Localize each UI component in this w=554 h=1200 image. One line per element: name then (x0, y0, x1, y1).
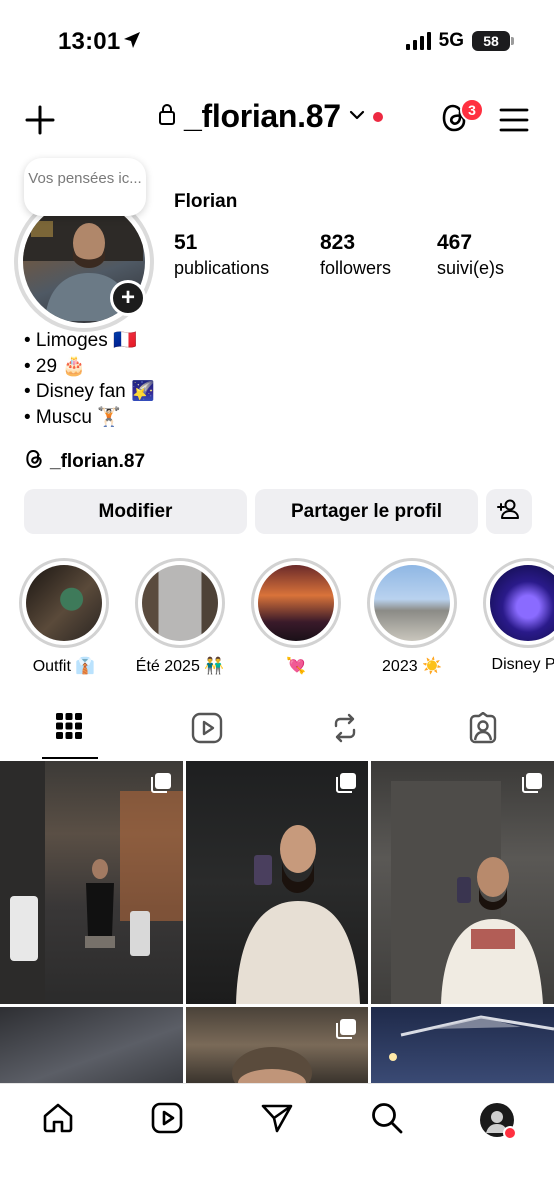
post-thumbnail[interactable] (371, 1007, 554, 1083)
nav-reels[interactable] (145, 1098, 189, 1142)
highlight-cover (142, 565, 218, 641)
highlight-label: Disney Pa (491, 656, 554, 673)
active-tab-indicator (42, 757, 98, 759)
carousel-icon (334, 771, 358, 800)
profile-stats: 51 publications 823 followers 467 suivi(… (174, 230, 537, 280)
lock-icon (158, 102, 176, 131)
tab-reels[interactable] (138, 705, 276, 761)
bottom-navigation (0, 1083, 554, 1200)
post-thumbnail[interactable] (371, 761, 554, 1004)
repost-icon (329, 712, 361, 749)
bio-line: • Muscu 🏋🏻 (24, 406, 121, 428)
nav-search[interactable] (365, 1098, 409, 1142)
highlight-label: 2023 ☀️ (382, 658, 442, 675)
profile-header: _florian.87 3 (0, 90, 554, 150)
post-thumbnail[interactable] (0, 1007, 183, 1083)
status-time: 13:01 (58, 28, 121, 55)
carousel-icon (520, 771, 544, 800)
highlight-label: Été 2025 👬 (135, 658, 225, 675)
nav-direct[interactable] (255, 1098, 299, 1142)
edit-profile-button[interactable]: Modifier (24, 489, 247, 534)
carousel-icon (149, 771, 173, 800)
nav-profile[interactable] (475, 1098, 519, 1142)
stat-posts-value: 51 (174, 231, 198, 254)
stat-posts-label: publications (174, 258, 270, 278)
profile-avatar-icon (480, 1103, 517, 1140)
account-switcher[interactable]: _florian.87 (158, 98, 383, 135)
stat-posts[interactable]: 51 publications (174, 230, 320, 280)
grid-icon (55, 712, 83, 745)
bio: • Limoges 🇫🇷 • 29 🎂 • Disney fan 🌠 • Mus… (24, 328, 155, 430)
highlight-item[interactable]: Outfit 👔 (6, 558, 122, 676)
menu-hamburger-icon[interactable] (496, 104, 532, 136)
highlight-cover (374, 565, 450, 641)
home-icon (41, 1101, 75, 1140)
bio-line: • Limoges 🇫🇷 (24, 330, 137, 351)
add-person-icon (497, 498, 521, 526)
threads-profile-link[interactable]: _florian.87 (24, 448, 145, 476)
highlight-label: 💘 (286, 658, 306, 675)
post-thumbnail[interactable] (186, 761, 368, 1004)
threads-icon (24, 448, 44, 476)
signal-icon (405, 32, 431, 50)
note-text: Vos pensées ic... (28, 170, 142, 187)
bio-line: • 29 🎂 (24, 355, 87, 377)
profile-tabs (0, 705, 554, 761)
post-thumbnail[interactable] (186, 1007, 368, 1083)
tab-reposts[interactable] (276, 705, 414, 761)
add-story-plus-icon[interactable]: + (110, 280, 146, 316)
battery-icon: 58 (472, 31, 514, 51)
highlight-item[interactable]: 💘 (238, 558, 354, 676)
network-label: 5G (438, 30, 464, 51)
stat-following-label: suivi(e)s (437, 258, 505, 278)
stat-following-value: 467 (437, 231, 473, 254)
discover-people-button[interactable] (486, 489, 532, 534)
tab-tagged[interactable] (414, 705, 552, 761)
bio-line: • Disney fan 🌠 (24, 381, 155, 402)
posts-grid (0, 761, 554, 1083)
highlight-cover (258, 565, 334, 641)
create-plus-icon[interactable] (22, 102, 58, 138)
nav-home[interactable] (36, 1098, 80, 1142)
stat-followers-value: 823 (320, 231, 356, 254)
stat-followers-label: followers (320, 258, 392, 278)
highlight-item[interactable]: 2023 ☀️ (354, 558, 470, 676)
battery-level: 58 (483, 33, 499, 49)
chevron-down-icon (349, 108, 365, 126)
tagged-person-icon (467, 711, 499, 749)
reels-icon (151, 1102, 183, 1139)
notification-dot (372, 111, 383, 122)
story-highlights: Outfit 👔 Été 2025 👬 💘 2023 ☀️ Disney Pa (0, 558, 554, 678)
highlight-item[interactable]: Disney Pa (470, 558, 554, 674)
note-bubble[interactable]: Vos pensées ic... (24, 158, 146, 216)
status-bar: 13:01 5G 58 (0, 0, 554, 84)
tab-grid[interactable] (0, 705, 138, 761)
reels-icon (191, 712, 223, 749)
threads-handle: _florian.87 (50, 451, 146, 472)
share-profile-button[interactable]: Partager le profil (255, 489, 478, 534)
carousel-icon (334, 1017, 358, 1046)
highlight-item[interactable]: Été 2025 👬 (122, 558, 238, 676)
stat-followers[interactable]: 823 followers (320, 230, 437, 280)
profile-actions: Modifier Partager le profil (24, 489, 532, 534)
status-indicators: 5G 58 (405, 30, 514, 52)
threads-badge: 3 (460, 98, 484, 122)
threads-button[interactable]: 3 (436, 98, 484, 138)
location-arrow-icon (122, 30, 142, 55)
stat-following[interactable]: 467 suivi(e)s (437, 230, 537, 280)
paper-plane-icon (260, 1101, 294, 1140)
display-name: Florian (174, 191, 238, 212)
highlight-label: Outfit 👔 (32, 658, 96, 675)
header-username: _florian.87 (184, 98, 341, 134)
highlight-cover (26, 565, 102, 641)
post-thumbnail[interactable] (0, 761, 183, 1004)
highlight-cover (490, 565, 554, 641)
search-icon (370, 1101, 404, 1140)
